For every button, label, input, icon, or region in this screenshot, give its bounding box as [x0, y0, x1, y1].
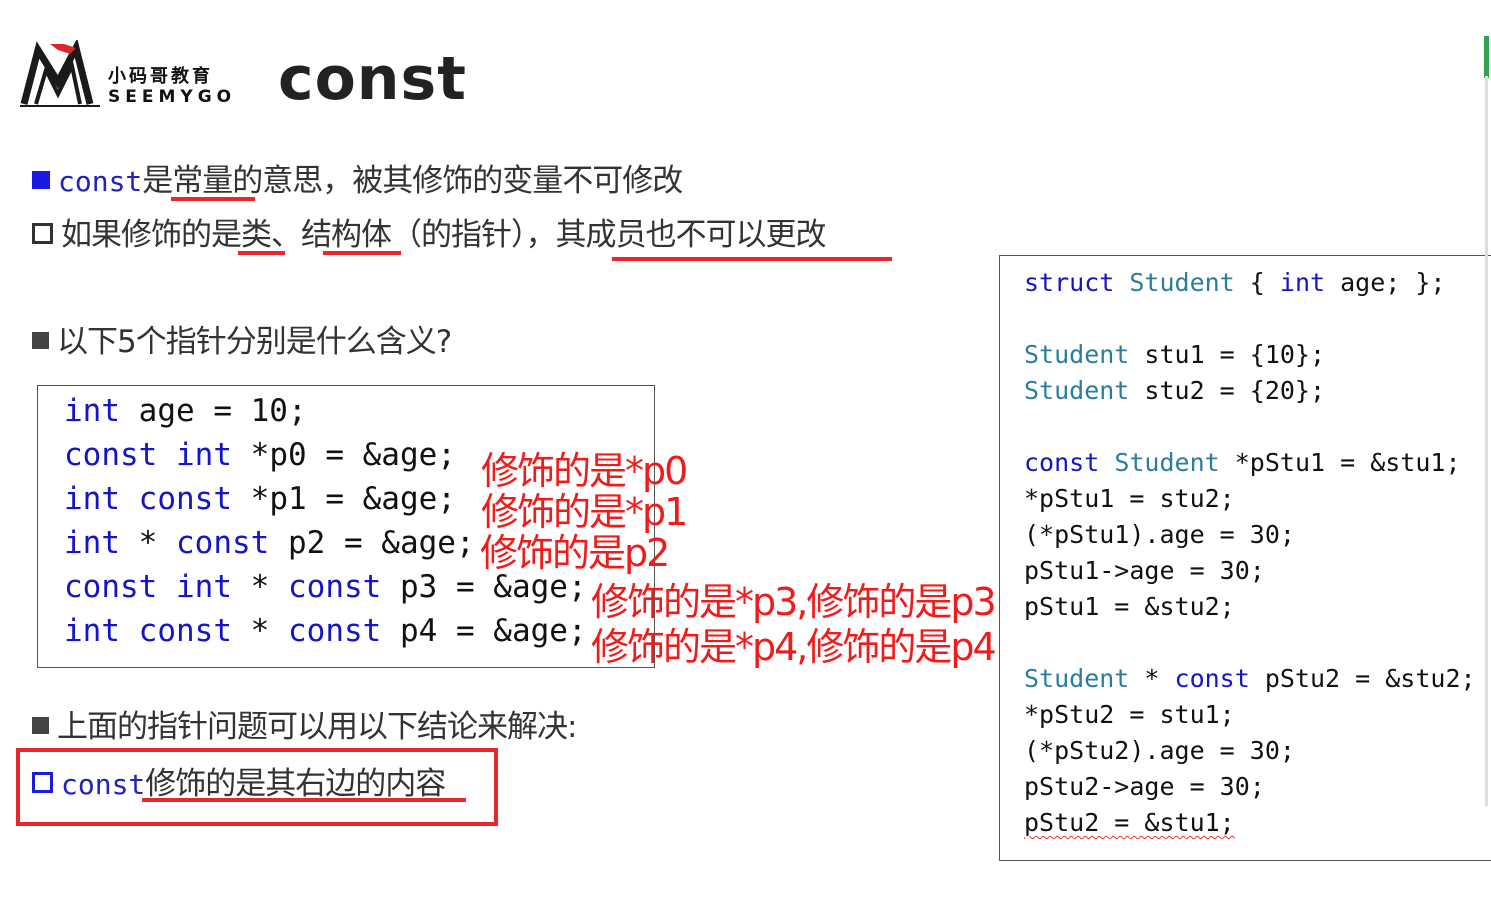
filled-square-bullet-icon: [32, 717, 49, 734]
code-line: pStu2->age = 30;: [1024, 772, 1265, 801]
bullet-class-struct: 如果修饰的是类、结构体（的指针），其成员也不可以更改: [32, 209, 826, 254]
annotation-p4: 修饰的是*p4,修饰的是p4: [591, 625, 997, 669]
annotation-p2: 修饰的是p2: [480, 531, 670, 575]
outline-square-bullet-icon: [32, 772, 53, 793]
filled-square-bullet-icon: [32, 332, 49, 349]
code-line: const int *p0 = &age;: [64, 437, 456, 473]
bullet-conclusion-intro: 上面的指针问题可以用以下结论来解决:: [32, 701, 577, 746]
code-line: int age = 10;: [64, 393, 307, 429]
code-line: Student stu2 = {20};: [1024, 376, 1326, 405]
code-line: struct Student { int age; };: [1024, 268, 1446, 297]
red-underline-mark: [323, 251, 401, 255]
logo-mark-icon: [20, 40, 100, 107]
red-underline-mark: [142, 798, 466, 802]
code-line: Student * const pStu2 = &stu2;: [1024, 664, 1476, 693]
bullet-conclusion: const修饰的是其右边的内容: [32, 758, 446, 803]
inline-code-const: const: [61, 768, 146, 801]
scrollbar-track[interactable]: [1485, 76, 1488, 806]
inline-code-const: const: [58, 165, 143, 198]
logo: 小码哥教育 SEEMYGO: [20, 40, 245, 112]
code-line: const Student *pStu1 = &stu1;: [1024, 448, 1461, 477]
logo-english-text: SEEMYGO: [108, 87, 237, 107]
bullet-five-pointers: 以下5个指针分别是什么含义?: [32, 316, 452, 361]
code-line: pStu1 = &stu2;: [1024, 592, 1235, 621]
red-underline-mark: [612, 257, 892, 261]
code-line: int * const p2 = &age;: [64, 525, 475, 561]
red-underline-mark: [171, 197, 255, 201]
edge-indicator: [1484, 36, 1489, 78]
bullet-text: 以下5个指针分别是什么含义?: [57, 324, 452, 360]
bullet-text: 如果修饰的是类、结构体（的指针），其成员也不可以更改: [61, 217, 826, 253]
outline-square-bullet-icon: [32, 223, 53, 244]
code-line: int const * const p4 = &age;: [64, 613, 587, 649]
logo-chinese-text: 小码哥教育: [108, 66, 213, 87]
code-line: (*pStu2).age = 30;: [1024, 736, 1295, 765]
bullet-const-meaning: const是常量的意思，被其修饰的变量不可修改: [32, 155, 683, 200]
filled-square-bullet-icon: [32, 170, 50, 189]
code-line: *pStu1 = stu2;: [1024, 484, 1235, 513]
code-line: (*pStu1).age = 30;: [1024, 520, 1295, 549]
code-line: pStu2 = &stu1;: [1024, 808, 1235, 837]
red-underline-mark: [238, 251, 285, 255]
code-line: pStu1->age = 30;: [1024, 556, 1265, 585]
page-title: const: [278, 44, 467, 114]
code-line: *pStu2 = stu1;: [1024, 700, 1235, 729]
bullet-text: 修饰的是其右边的内容: [145, 766, 446, 802]
code-line: int const *p1 = &age;: [64, 481, 456, 517]
bullet-text: 上面的指针问题可以用以下结论来解决:: [57, 709, 577, 745]
bullet-text: 是常量的意思，被其修饰的变量不可修改: [142, 163, 683, 199]
code-line: Student stu1 = {10};: [1024, 340, 1326, 369]
